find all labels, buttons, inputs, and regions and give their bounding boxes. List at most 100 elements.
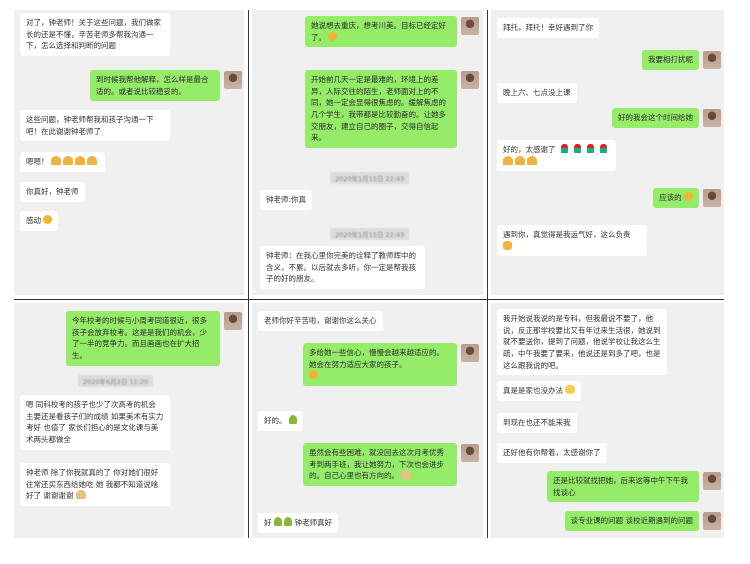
divider-vertical [487,10,488,538]
chat-panel-3: 拜托，拜托！幸好遇到了你 我要相打扰呢 晚上六、七点没上课 好的我会这个时间给她… [491,10,724,295]
message-incoming: 真是是家也没办法 [497,381,582,401]
message-text: 还好他有你帮着，太感谢你了 [497,443,607,463]
message-outgoing: 应该的 [551,188,721,208]
thumbs-up-emoji-icon [503,240,512,250]
message-text: 对了，钟老师！关于这些问题，我们做家长的还是不懂，辛苦老师多帮我沟通一下，怎么选… [20,13,170,56]
message-incoming: 老师你好辛苦啦，谢谢你这么关心 [258,311,383,331]
message-text: 我要相打扰呢 [642,50,699,70]
smile-emoji-icon [309,370,318,380]
message-incoming: 拜托，拜托！幸好遇到了你 [497,18,599,38]
message-text: 应该的 [659,193,682,202]
teacher-avatar[interactable] [461,444,479,462]
message-incoming: 钟老师:你真 [260,190,313,210]
message-incoming: 钟老师 除了你我就真的了 你对她们很好 往常还买东西给她吃 她 我都不知道说啥好… [20,463,170,506]
message-text: 钟老师：在我心里你完美的诠释了教师辉中的含义，不累。以后就去多听，你一定是帮我孩… [260,246,425,289]
message-text: 开始前几天一定是最难的，环境上的差异，人际交往的陌生，老师面对上的不同，她一定会… [305,70,457,148]
smile-emoji-icon [43,215,53,224]
chat-panel-5: 老师你好辛苦啦，谢谢你这么关心 多给她一些信心，慢慢会越来越适应的。她会在努力适… [252,303,483,538]
message-text: 今年校考的时候与小周考同道很近，很多孩子会放弃校考。这是是我们的机会，少了一半的… [66,311,220,366]
teacher-avatar[interactable] [224,71,242,89]
rose-emoji-icon [573,144,581,153]
message-text: 我开始说我说的是专科，但我最说不要了，他说，反正那学校要比又有年过来生活很，她说… [497,309,667,376]
message-text: 到现在也还不能来我 [497,413,577,433]
message-outgoing: 到时候我帮他解释，怎么样是最合适的。或者说比较稳妥的。 [64,70,242,102]
message-text: 钟老师真好 [294,518,333,527]
message-text: 还是比较就找把她，后来这等中午下午我找谈心 [547,471,699,503]
message-incoming: 嗯 同科校考的孩子也少了次高考的机会 主要还是看孩子们的成绩 如果美术有实力考好… [20,395,170,450]
message-incoming: 遇到你，真觉得是我运气好，这么负责 [497,225,647,257]
rose-emoji-icon [586,144,594,153]
message-text: 老师你好辛苦啦，谢谢你这么关心 [258,311,383,331]
smile-emoji-icon [328,31,338,41]
message-incoming: 到现在也还不能来我 [497,413,577,433]
teacher-avatar[interactable] [461,344,479,362]
teacher-avatar[interactable] [703,109,721,127]
sigh-emoji-icon [565,385,576,394]
message-outgoing: 谈专业课的问题 谈校近期遇到的问题 [531,511,721,531]
message-text: 多给她一些信心，慢慢会越来越适应的。她会在努力适应大家的孩子。 [309,348,444,369]
rose-emoji-icon [560,144,568,153]
teacher-avatar[interactable] [461,71,479,89]
message-incoming: 嗯嗯！ [20,152,105,172]
message-text: 好的我会这个时间给她 [612,108,699,128]
message-incoming: 你真好，钟老师 [20,182,85,202]
timestamp: 2020年6月2日 11:20 [78,375,154,387]
message-incoming: 对了，钟老师！关于这些问题，我们做家长的还是不懂，辛苦老师多帮我沟通一下，怎么选… [20,13,170,56]
bow-emoji-icon [75,490,86,500]
teacher-avatar[interactable] [703,189,721,207]
screenshot-collage: 对了，钟老师！关于这些问题，我们做家长的还是不懂，辛苦老师多帮我沟通一下，怎么选… [14,10,724,538]
message-outgoing: 虽然会有些困难，就没回去这次月考优秀考到两手班，我让她努力，下次也会进步的。自己… [292,443,479,486]
teacher-avatar[interactable] [703,51,721,69]
message-text: 好的，太感谢了 [503,145,556,154]
message-incoming: 这些问题，钟老师帮我和孩子沟通一下吧！在此谢谢钟老师了 [20,110,170,142]
message-text: 钟老师:你真 [260,190,313,210]
sprout-emoji-icon [273,517,282,526]
teacher-avatar[interactable] [461,17,479,35]
pray-emoji-icon [86,156,97,165]
message-outgoing: 多给她一些信心，慢慢会越来越适应的。她会在努力适应大家的孩子。 [292,343,479,386]
message-outgoing: 今年校考的时候与小周考同道很近，很多孩子会放弃校考。这是是我们的机会，少了一半的… [54,311,242,366]
chat-panel-4: 今年校考的时候与小周考同道很近，很多孩子会放弃校考。这是是我们的机会，少了一半的… [14,303,244,538]
pray-emoji-icon [74,156,85,165]
message-text: 好 [264,518,272,527]
timestamp: 2020年1月15日 22:43 [330,228,410,240]
rose-emoji-icon [599,144,607,153]
message-text: 好的。 [264,416,287,425]
message-text: 嗯 同科校考的孩子也少了次高考的机会 主要还是看孩子们的成绩 如果美术有实力考好… [20,395,170,450]
message-text: 到时候我帮他解释，怎么样是最合适的。或者说比较稳妥的。 [90,70,220,102]
message-text: 钟老师 除了你我就真的了 你对她们很好 往常还买东西给她吃 她 我都不知道说啥好… [26,468,159,501]
message-text: 真是是家也没办法 [503,386,563,395]
pray-emoji-icon [503,155,513,165]
message-text: 嗯嗯！ [26,157,49,166]
message-incoming: 好 钟老师真好 [258,513,339,533]
message-text: 拜托，拜托！幸好遇到了你 [497,18,599,38]
message-incoming: 钟老师：在我心里你完美的诠释了教师辉中的含义，不累。以后就去多听，你一定是帮我孩… [260,246,425,289]
divider-horizontal [14,299,724,300]
message-outgoing: 她说想去重庆，想考川美。目标已经定好了。 [292,16,479,48]
message-incoming: 好的。 [258,411,303,431]
timestamp: 2020年1月15日 22:43 [330,172,410,184]
chat-panel-6: 我开始说我说的是专科，但我最说不要了，他说，反正那学校要比又有年过来生活很，她说… [491,303,724,538]
message-incoming: 晚上六、七点没上课 [497,83,577,103]
message-text: 感动 [26,216,41,225]
message-incoming: 好的，太感谢了 [497,140,637,172]
chat-panel-1: 对了，钟老师！关于这些问题，我们做家长的还是不懂，辛苦老师多帮我沟通一下，怎么选… [14,10,244,295]
sprout-emoji-icon [288,415,297,424]
pray-emoji-icon [515,155,525,165]
message-text: 这些问题，钟老师帮我和孩子沟通一下吧！在此谢谢钟老师了 [20,110,170,142]
message-incoming: 感动 [20,211,59,231]
teacher-avatar[interactable] [703,512,721,530]
sprout-emoji-icon [284,517,293,526]
teacher-avatar[interactable] [224,312,242,330]
teacher-avatar[interactable] [703,472,721,490]
message-text: 虽然会有些困难，就没回去这次月考优秀考到两手班，我让她努力，下次也会进步的。自己… [309,448,444,481]
message-text: 你真好，钟老师 [20,182,85,202]
smile-emoji-icon [684,192,693,201]
pray-emoji-icon [62,156,73,165]
message-text: 谈专业课的问题 谈校近期遇到的问题 [564,511,699,531]
message-outgoing: 还是比较就找把她，后来这等中午下午我找谈心 [531,471,721,503]
pray-emoji-icon [50,156,61,165]
pray-emoji-icon [527,155,537,165]
bow-emoji-icon [401,470,412,480]
message-text: 晚上六、七点没上课 [497,83,577,103]
